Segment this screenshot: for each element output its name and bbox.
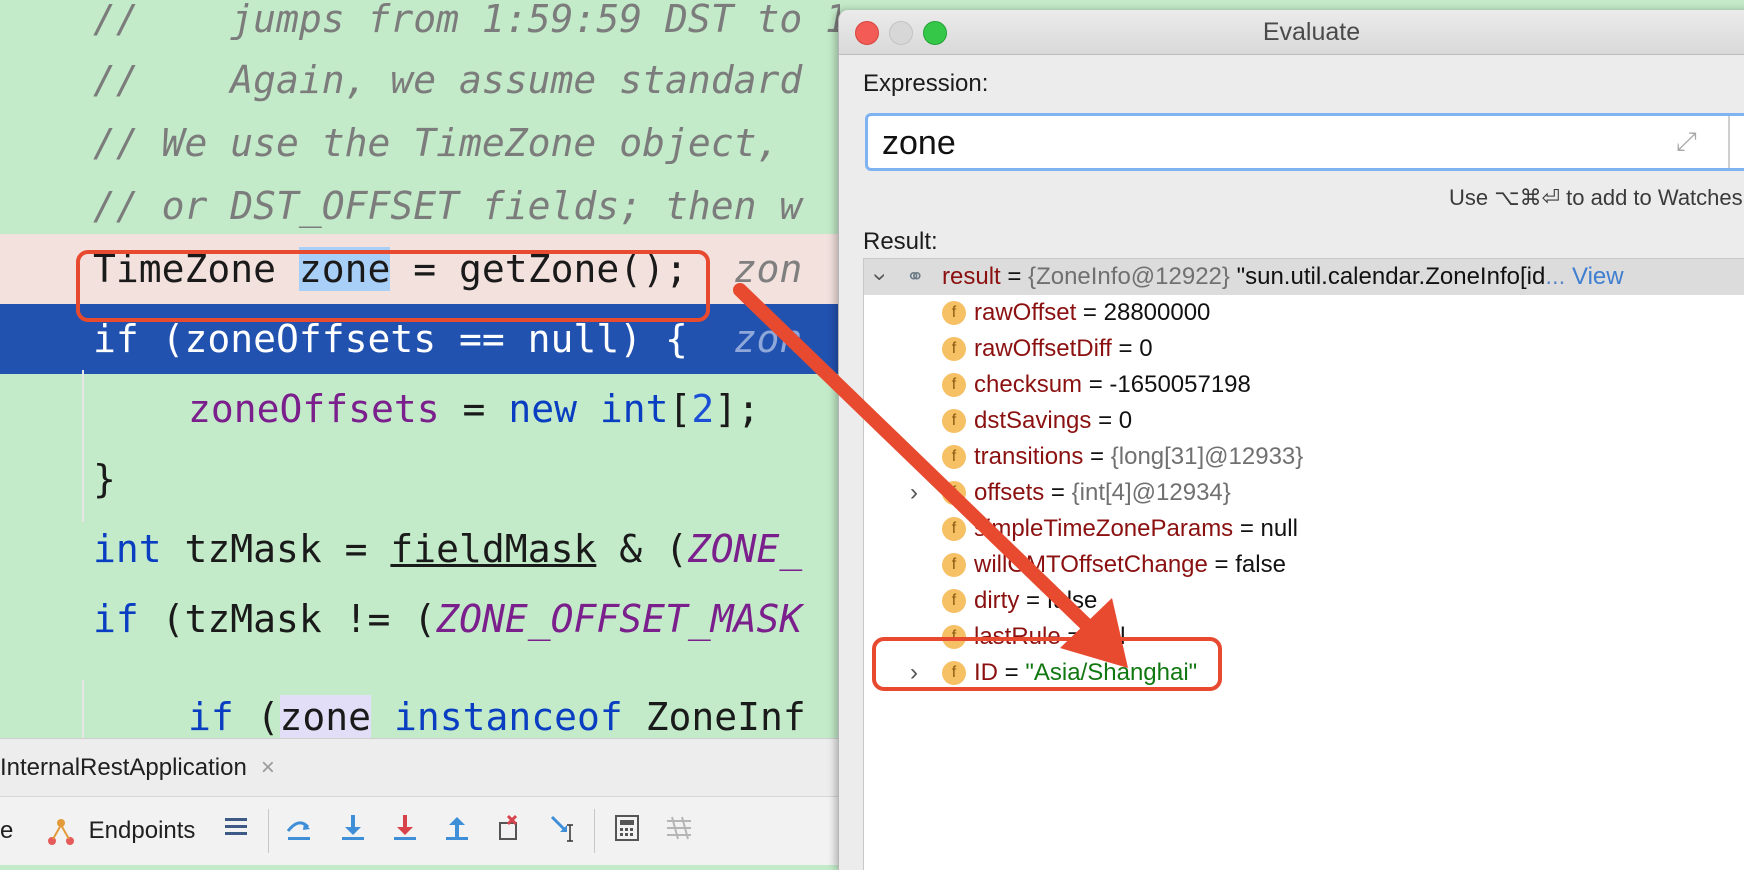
annotation-arrow	[733, 283, 1128, 668]
